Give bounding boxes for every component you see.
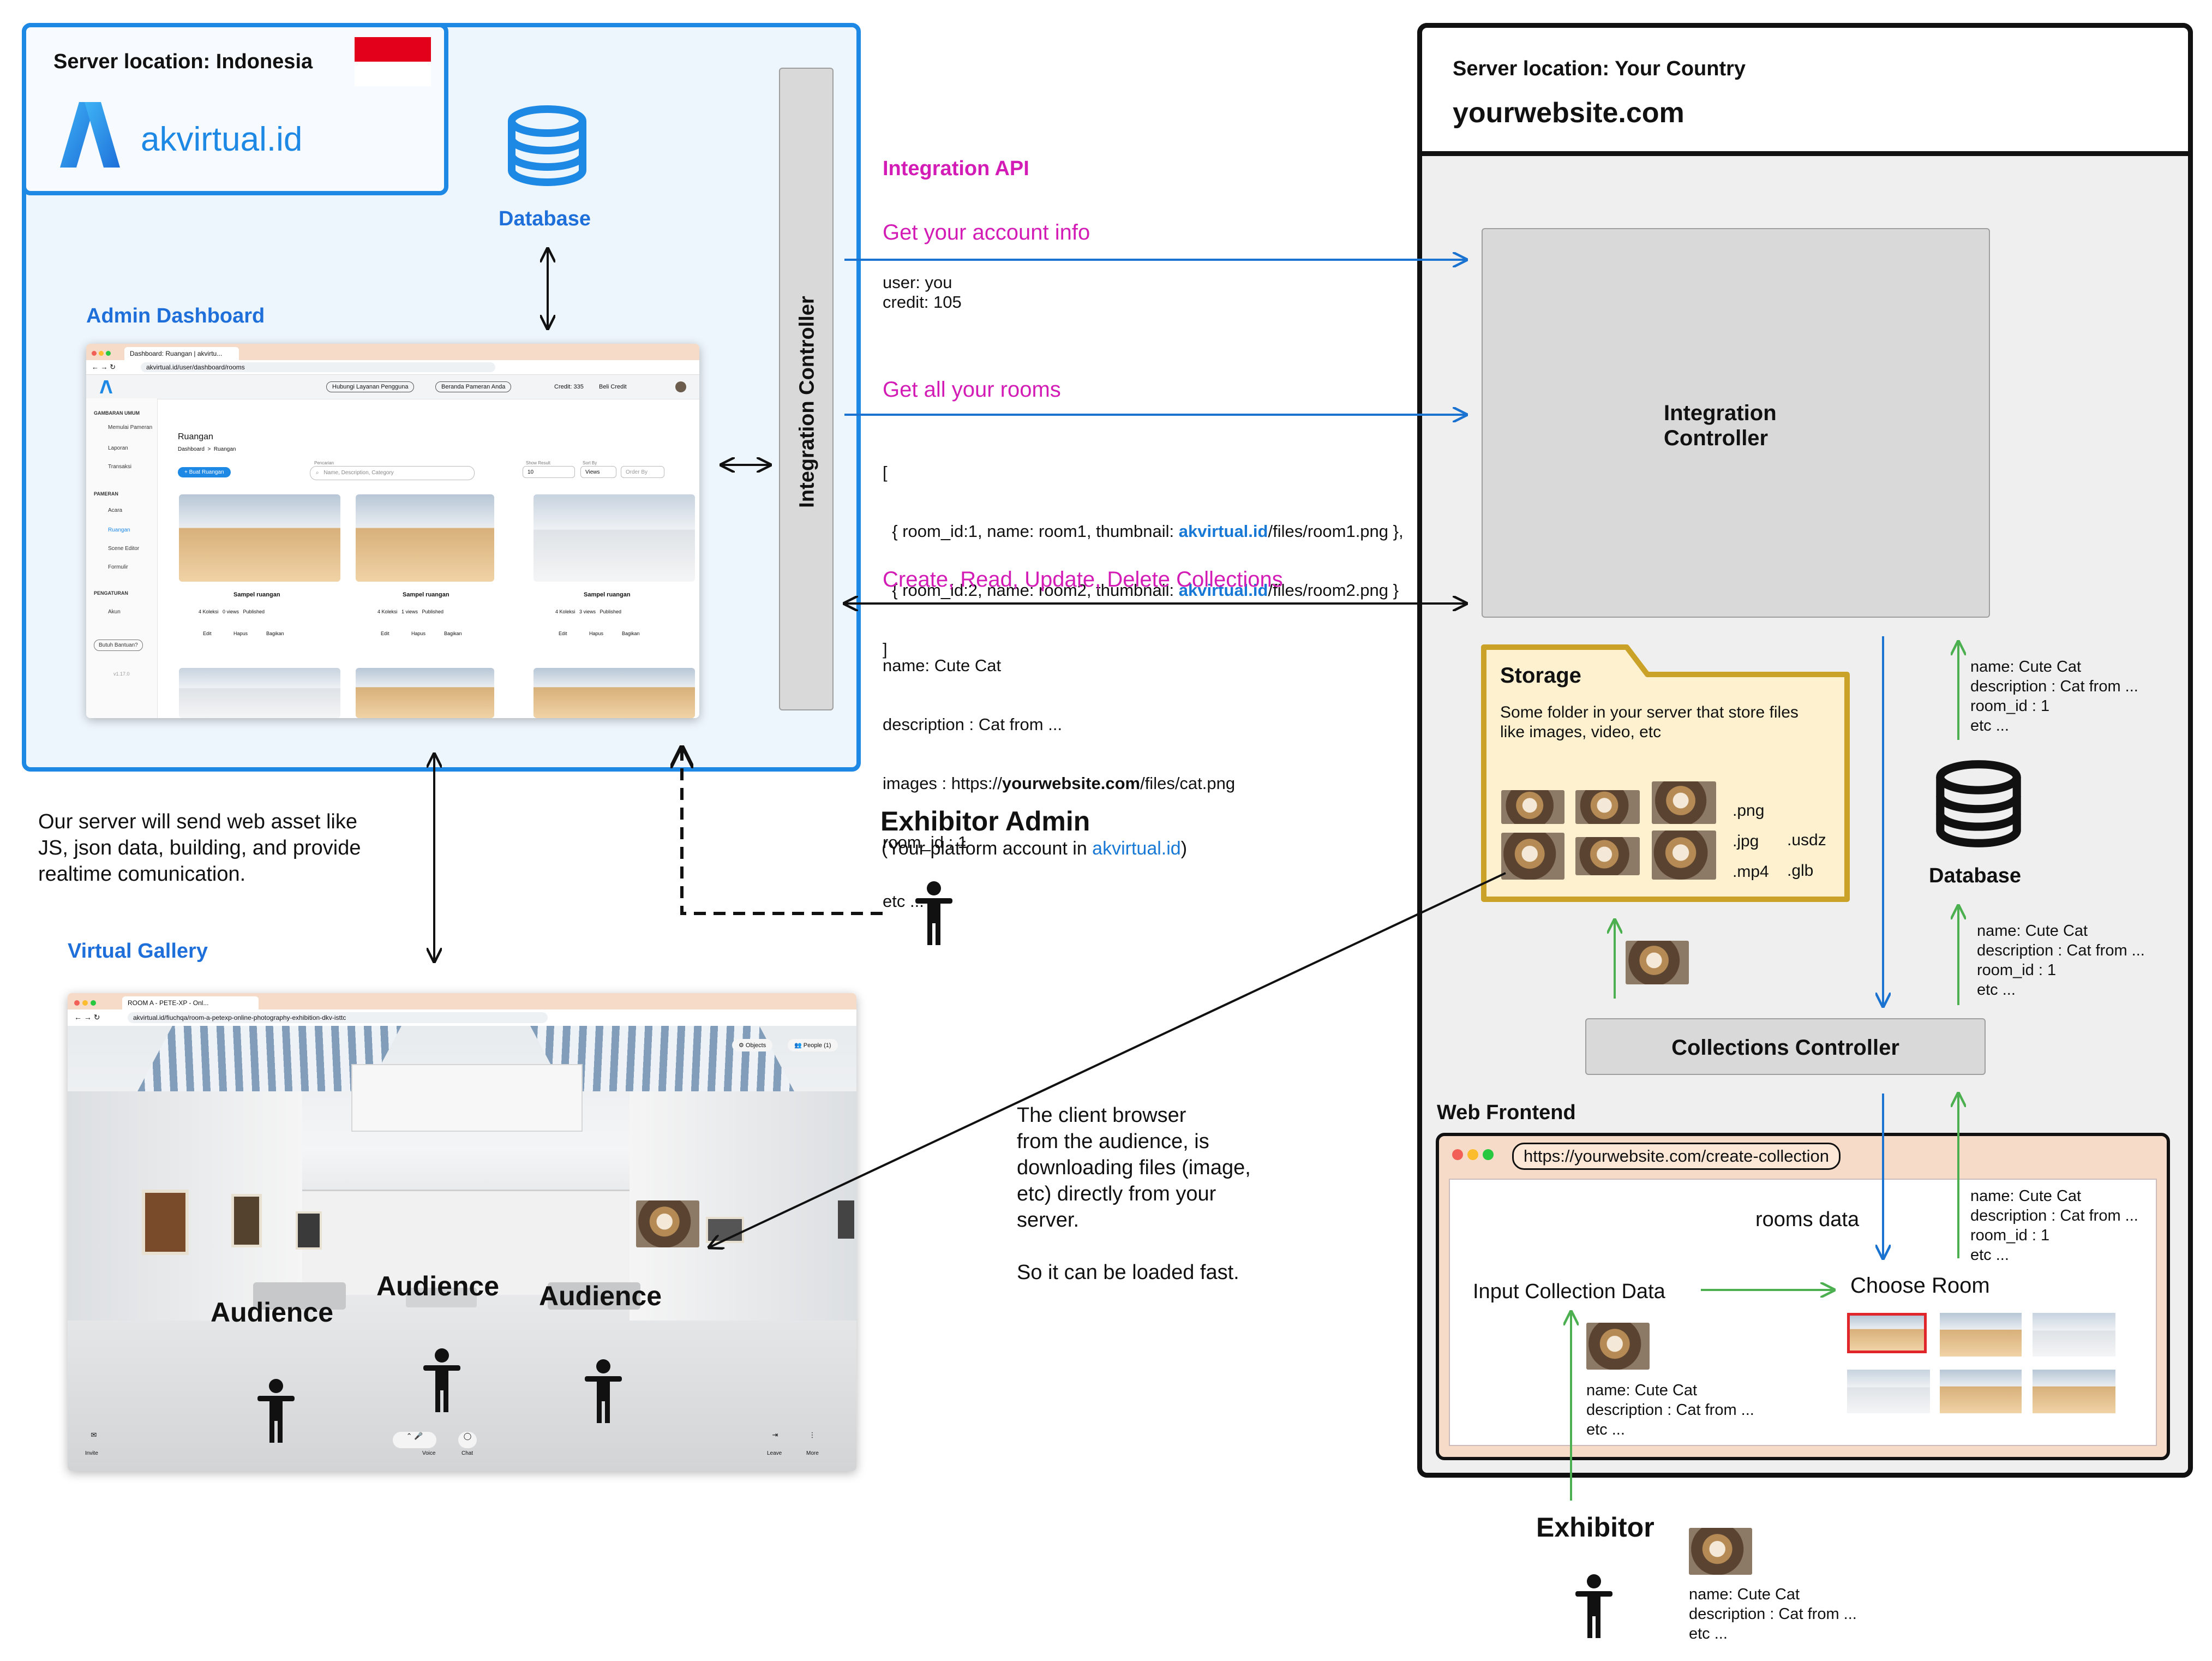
person-icon xyxy=(1575,1574,1612,1638)
person-icon xyxy=(423,1348,460,1412)
person-icon xyxy=(585,1359,622,1423)
person-icon xyxy=(257,1379,295,1443)
person-icon xyxy=(915,881,952,945)
exhibitor-admin-dashed-arrow xyxy=(682,748,883,915)
arrows-layer xyxy=(257,0,2212,1638)
storage-to-gallery-arrow xyxy=(709,872,1506,1247)
